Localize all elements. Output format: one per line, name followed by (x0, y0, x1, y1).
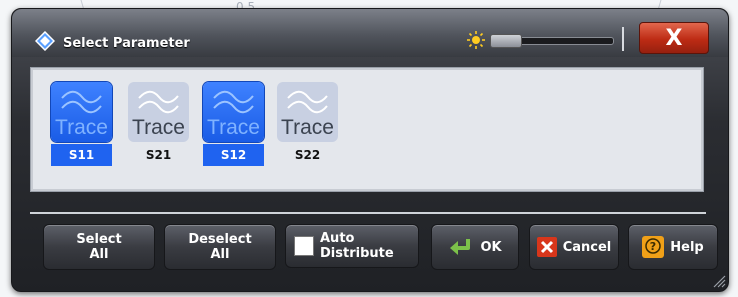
deselect-all-label-line1: Deselect (188, 232, 252, 247)
close-icon: X (665, 25, 683, 51)
auto-distribute-checkbox[interactable] (294, 236, 314, 256)
trace-label: S22 (294, 148, 321, 162)
cancel-label: Cancel (562, 239, 612, 255)
trace-tile-s12[interactable]: Trace S12 (203, 82, 264, 170)
trace-label: S11 (51, 144, 112, 166)
trace-word: Trace (132, 116, 185, 139)
dialog-title: Select Parameter (63, 36, 190, 51)
select-all-label-line1: Select (76, 232, 122, 247)
wave-icon (138, 90, 179, 114)
auto-distribute-label-line1: Auto (320, 231, 355, 246)
help-icon: ? (642, 236, 665, 258)
trace-word: Trace (281, 116, 334, 139)
trace-label: S21 (145, 148, 172, 162)
trace-tile-s21[interactable]: Trace S21 (128, 82, 189, 170)
trace-tile-background: Trace (203, 82, 264, 142)
deselect-all-button[interactable]: Deselect All (164, 224, 276, 270)
wave-icon (287, 90, 328, 114)
brightness-slider-thumb[interactable] (490, 34, 522, 48)
trace-label: S12 (203, 144, 264, 166)
sun-icon (467, 31, 485, 49)
svg-text:?: ? (650, 240, 656, 253)
title-separator (622, 27, 624, 51)
divider (30, 212, 706, 214)
select-all-label-line2: All (89, 247, 109, 262)
trace-word: Trace (55, 116, 108, 139)
wave-icon (61, 90, 102, 114)
ok-button[interactable]: OK (431, 224, 519, 270)
help-label: Help (670, 239, 704, 255)
trace-tile-background: Trace (128, 82, 189, 142)
ok-label: OK (480, 239, 502, 255)
resize-grip-icon[interactable] (712, 274, 726, 288)
wave-icon (213, 90, 254, 114)
auto-distribute-button[interactable]: Auto Distribute (285, 224, 419, 268)
help-button[interactable]: ? Help (628, 224, 718, 270)
trace-tile-background: Trace (277, 82, 338, 142)
trace-tile-s22[interactable]: Trace S22 (277, 82, 338, 170)
auto-distribute-label-line2: Distribute (320, 246, 394, 261)
select-all-button[interactable]: Select All (43, 224, 155, 270)
trace-tile-background: Trace (51, 82, 112, 142)
brightness-slider[interactable] (490, 34, 614, 48)
close-button[interactable]: X (639, 22, 709, 54)
rs-logo-icon (35, 31, 55, 51)
trace-word: Trace (207, 116, 260, 139)
x-icon (536, 237, 557, 257)
enter-arrow-icon (448, 237, 474, 257)
trace-tile-s11[interactable]: Trace S11 (51, 82, 112, 170)
deselect-all-label-line2: All (210, 247, 230, 262)
cancel-button[interactable]: Cancel (529, 224, 619, 270)
